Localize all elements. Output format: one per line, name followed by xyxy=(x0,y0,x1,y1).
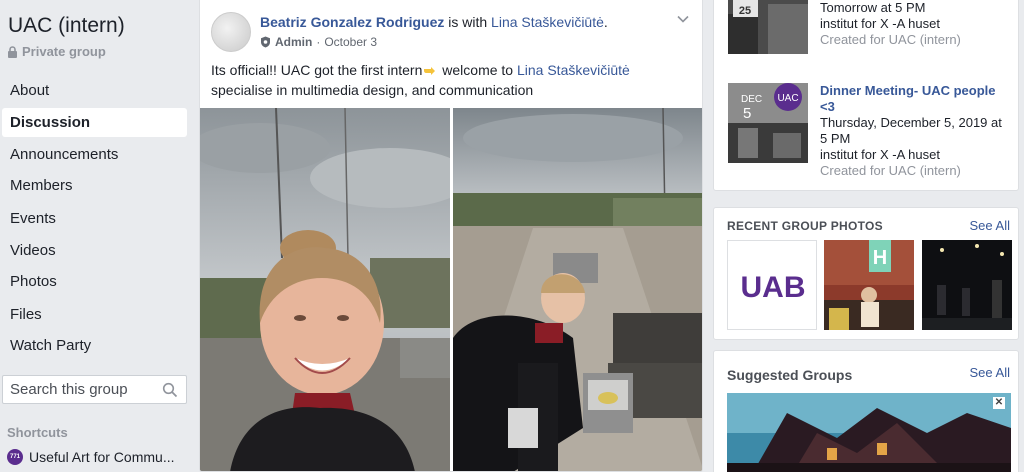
nav-watch-party[interactable]: Watch Party xyxy=(2,331,187,360)
post-header: Beatriz Gonzalez Rodriguez is with Lina … xyxy=(260,14,608,30)
group-sidebar: UAC (intern) Private group About Discuss… xyxy=(0,0,192,472)
event-created-2: Created for UAC (intern) xyxy=(820,163,961,178)
suggested-group-image[interactable]: ✕ xyxy=(727,393,1011,472)
post-text: Its official!! UAC got the first intern … xyxy=(211,60,696,100)
event-thumb-month-2: DEC xyxy=(741,94,762,105)
event-time-2: Thursday, December 5, 2019 at 5 PM xyxy=(820,115,1002,146)
group-search xyxy=(2,375,187,404)
event-title-2[interactable]: Dinner Meeting- UAC people <3 xyxy=(820,83,1005,115)
shortcuts-heading: Shortcuts xyxy=(7,425,68,440)
nav-videos[interactable]: Videos xyxy=(2,236,187,265)
thumb-image-3 xyxy=(922,240,1012,330)
recent-photos-see-all[interactable]: See All xyxy=(970,218,1010,233)
chevron-down-icon[interactable] xyxy=(676,12,690,26)
group-title[interactable]: UAC (intern) xyxy=(8,14,125,38)
event-time-1: Tomorrow at 5 PM xyxy=(820,0,926,15)
shield-icon xyxy=(261,36,270,48)
photo-thumb-2[interactable]: H xyxy=(824,240,914,330)
photo-thumb-logo[interactable]: UAB xyxy=(727,240,817,330)
tagged-person[interactable]: Lina Staškevičiūtė xyxy=(491,14,604,30)
post-photo-left[interactable] xyxy=(200,108,450,471)
pointing-hand-icon xyxy=(424,67,436,75)
search-input[interactable] xyxy=(10,381,160,398)
event-info-2: Dinner Meeting- UAC people <3 Thursday, … xyxy=(820,83,1005,179)
uac-logo-text: UAB xyxy=(741,271,806,304)
event-thumb-1[interactable]: 25 xyxy=(728,0,808,54)
shortcut-item[interactable]: 771 Useful Art for Commu... xyxy=(7,449,174,465)
group-post: Beatriz Gonzalez Rodriguez is with Lina … xyxy=(199,0,703,472)
event-thumb-day-2: 5 xyxy=(743,105,751,122)
event-thumb-2[interactable]: DEC 5 UAC xyxy=(728,83,808,163)
with-text: is with xyxy=(444,14,492,30)
shortcut-label: Useful Art for Commu... xyxy=(29,449,175,465)
post-text-line2: specialise in multimedia design, and com… xyxy=(211,82,534,98)
search-icon[interactable] xyxy=(162,382,178,398)
events-card: 25 Tomorrow at 5 PM institut for X -A hu… xyxy=(713,0,1019,191)
author-name[interactable]: Beatriz Gonzalez Rodriguez xyxy=(260,14,444,30)
work-image xyxy=(453,108,702,471)
post-date[interactable]: October 3 xyxy=(324,35,377,49)
recent-photos-card: RECENT GROUP PHOTOS See All UAB H xyxy=(713,207,1019,340)
shortcut-avatar: 771 xyxy=(7,449,23,465)
event-thumb-image-2: DEC 5 UAC xyxy=(728,83,808,163)
suggested-groups-card: Suggested Groups See All ✕ xyxy=(713,350,1019,472)
event-info-1: Tomorrow at 5 PM institut for X -A huset… xyxy=(820,0,1005,48)
thumb-image-2: H xyxy=(824,240,914,330)
period: . xyxy=(603,14,608,30)
nav-about[interactable]: About xyxy=(2,76,187,105)
event-created-1: Created for UAC (intern) xyxy=(820,32,961,47)
suggested-group-picture xyxy=(727,393,1011,472)
event-thumb-image-1: 25 xyxy=(728,0,808,54)
author-role: Admin xyxy=(275,35,313,49)
recent-photos-heading: RECENT GROUP PHOTOS xyxy=(727,219,883,233)
selfie-image xyxy=(200,108,450,471)
event-thumb-logo-2: UAC xyxy=(777,93,798,104)
author-avatar[interactable] xyxy=(211,12,251,52)
suggested-groups-heading: Suggested Groups xyxy=(727,367,853,383)
suggested-see-all[interactable]: See All xyxy=(970,365,1010,380)
nav-files[interactable]: Files xyxy=(2,300,187,329)
post-text-part2: welcome to xyxy=(438,62,517,78)
group-privacy: Private group xyxy=(7,44,106,59)
post-meta: Admin · October 3 xyxy=(260,35,377,49)
post-text-part1: Its official!! UAC got the first intern xyxy=(211,62,423,78)
uac-logo-image: UAB xyxy=(728,241,816,329)
lock-icon xyxy=(8,45,17,58)
post-text-link[interactable]: Lina Staškevičiūtė xyxy=(517,62,630,78)
meta-separator: · xyxy=(316,35,321,49)
event-location-1: institut for X -A huset xyxy=(820,16,940,31)
thumb-h-letter: H xyxy=(873,247,887,269)
nav-photos[interactable]: Photos xyxy=(2,267,187,296)
event-location-2: institut for X -A huset xyxy=(820,147,940,162)
post-photo-right[interactable] xyxy=(453,108,702,471)
event-thumb-day-1: 25 xyxy=(739,5,751,17)
nav-members[interactable]: Members xyxy=(2,171,187,200)
nav-events[interactable]: Events xyxy=(2,204,187,233)
nav-discussion[interactable]: Discussion xyxy=(2,108,187,137)
close-icon[interactable]: ✕ xyxy=(993,397,1005,409)
nav-announcements[interactable]: Announcements xyxy=(2,140,187,169)
group-privacy-label: Private group xyxy=(22,44,106,59)
photo-thumb-3[interactable] xyxy=(922,240,1012,330)
